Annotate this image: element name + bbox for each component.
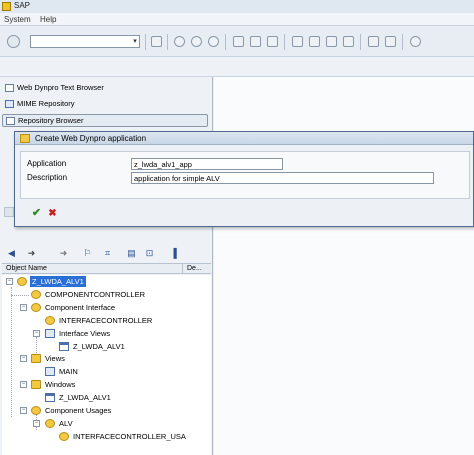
back-icon[interactable] — [174, 36, 185, 47]
help-icon[interactable] — [410, 36, 421, 47]
object-list-icon[interactable] — [4, 207, 14, 217]
nav-label: Web Dynpro Text Browser — [17, 83, 104, 92]
dialog-button-bar: ✔ ✖ — [20, 206, 470, 222]
folder-icon — [31, 380, 41, 389]
toolbar-separator — [284, 34, 285, 50]
tree-guide-line — [11, 287, 12, 417]
toolbar-separator — [167, 34, 168, 50]
forward-arrow-icon[interactable]: ➜ — [26, 248, 37, 259]
mime-icon — [5, 100, 14, 108]
nav-label: MIME Repository — [17, 99, 75, 108]
checkmark-icon[interactable]: ✔ — [30, 207, 43, 220]
controller-icon — [59, 432, 69, 441]
refresh-icon[interactable]: ⊡ — [144, 248, 155, 259]
command-field[interactable] — [30, 35, 140, 48]
tree-structure-icon — [6, 117, 15, 125]
component-usage-icon — [45, 419, 55, 428]
application-input[interactable]: z_lwda_alv1_app — [131, 158, 283, 170]
component-usage-icon — [31, 406, 41, 415]
collapse-toggle[interactable]: − — [20, 304, 27, 311]
title-bar: SAP — [0, 0, 474, 13]
dialog-title: Create Web Dynpro application — [35, 134, 147, 143]
settings-icon[interactable]: ▐ — [168, 248, 179, 259]
toolbar-separator — [225, 34, 226, 50]
application-toolbar — [0, 57, 474, 77]
nav-label: Repository Browser — [18, 116, 84, 125]
sap-logo-icon — [2, 2, 11, 11]
object-name-column[interactable]: Object Name — [6, 265, 47, 272]
collapse-toggle[interactable]: − — [33, 420, 40, 427]
hierarchy-icon[interactable]: ⌗ — [102, 248, 113, 259]
folder-icon — [31, 354, 41, 363]
chevron-down-icon[interactable]: ▾ — [131, 36, 139, 47]
toolbar-separator — [360, 34, 361, 50]
first-page-icon[interactable] — [292, 36, 303, 47]
menu-bar: System Help — [0, 13, 474, 26]
view-icon — [45, 329, 55, 338]
tree-column-header: Object Name De... — [2, 263, 211, 274]
last-page-icon[interactable] — [343, 36, 354, 47]
view-icon — [45, 367, 55, 376]
description-label: Description — [27, 173, 68, 182]
standard-toolbar: ▾ — [0, 27, 474, 57]
description-column[interactable]: De... — [187, 265, 202, 272]
dialog-form: Application z_lwda_alv1_app Description … — [20, 151, 470, 199]
dialog-title-bar[interactable]: Create Web Dynpro application — [15, 132, 473, 145]
display-object-list-icon[interactable]: ▤ — [126, 248, 137, 259]
next-page-icon[interactable] — [326, 36, 337, 47]
window-icon — [45, 393, 55, 402]
collapse-toggle[interactable]: − — [20, 355, 27, 362]
shortcut-icon[interactable] — [385, 36, 396, 47]
column-divider[interactable] — [182, 264, 183, 274]
tree-connector — [11, 295, 29, 296]
tree-toolbar: ◀ ➜ ➜ ⚐ ⌗ ▤ ⊡ ▐ — [2, 245, 211, 263]
component-icon — [17, 277, 27, 286]
close-icon[interactable]: ✖ — [46, 207, 59, 220]
enter-icon[interactable] — [7, 35, 20, 48]
nav-repository-browser[interactable]: Repository Browser — [2, 114, 208, 127]
collapse-icon[interactable]: ⚐ — [82, 248, 93, 259]
create-application-dialog: Create Web Dynpro application Applicatio… — [14, 131, 474, 227]
menu-help[interactable]: Help — [40, 15, 56, 24]
forward-arrow-icon[interactable]: ➜ — [58, 248, 69, 259]
tree-guide-line — [36, 337, 37, 353]
collapse-toggle[interactable]: − — [20, 407, 27, 414]
collapse-toggle[interactable]: − — [33, 330, 40, 337]
nav-web-dynpro-text-browser[interactable]: Web Dynpro Text Browser — [2, 82, 208, 95]
description-input[interactable]: application for simple ALV — [131, 172, 434, 184]
print-icon[interactable] — [233, 36, 244, 47]
save-icon[interactable] — [151, 36, 162, 47]
new-session-icon[interactable] — [368, 36, 379, 47]
controller-icon — [45, 316, 55, 325]
window-title: SAP — [14, 1, 31, 10]
window-icon — [59, 342, 69, 351]
toolbar-separator — [402, 34, 403, 50]
object-tree: − Z_LWDA_ALV1 COMPONENTCONTROLLER − Comp… — [2, 275, 211, 455]
interface-icon — [31, 303, 41, 312]
find-next-icon[interactable] — [267, 36, 278, 47]
toolbar-separator — [145, 34, 146, 50]
find-icon[interactable] — [250, 36, 261, 47]
collapse-toggle[interactable]: − — [6, 278, 13, 285]
cancel-icon[interactable] — [208, 36, 219, 47]
exit-icon[interactable] — [191, 36, 202, 47]
collapse-toggle[interactable]: − — [20, 381, 27, 388]
back-arrow-icon[interactable]: ◀ — [6, 248, 17, 259]
nav-mime-repository[interactable]: MIME Repository — [2, 98, 208, 111]
previous-page-icon[interactable] — [309, 36, 320, 47]
menu-system[interactable]: System — [4, 15, 31, 24]
controller-icon — [31, 290, 41, 299]
tree-structure-icon — [5, 84, 14, 92]
application-label: Application — [27, 159, 67, 168]
sap-dialog-icon — [20, 134, 30, 143]
